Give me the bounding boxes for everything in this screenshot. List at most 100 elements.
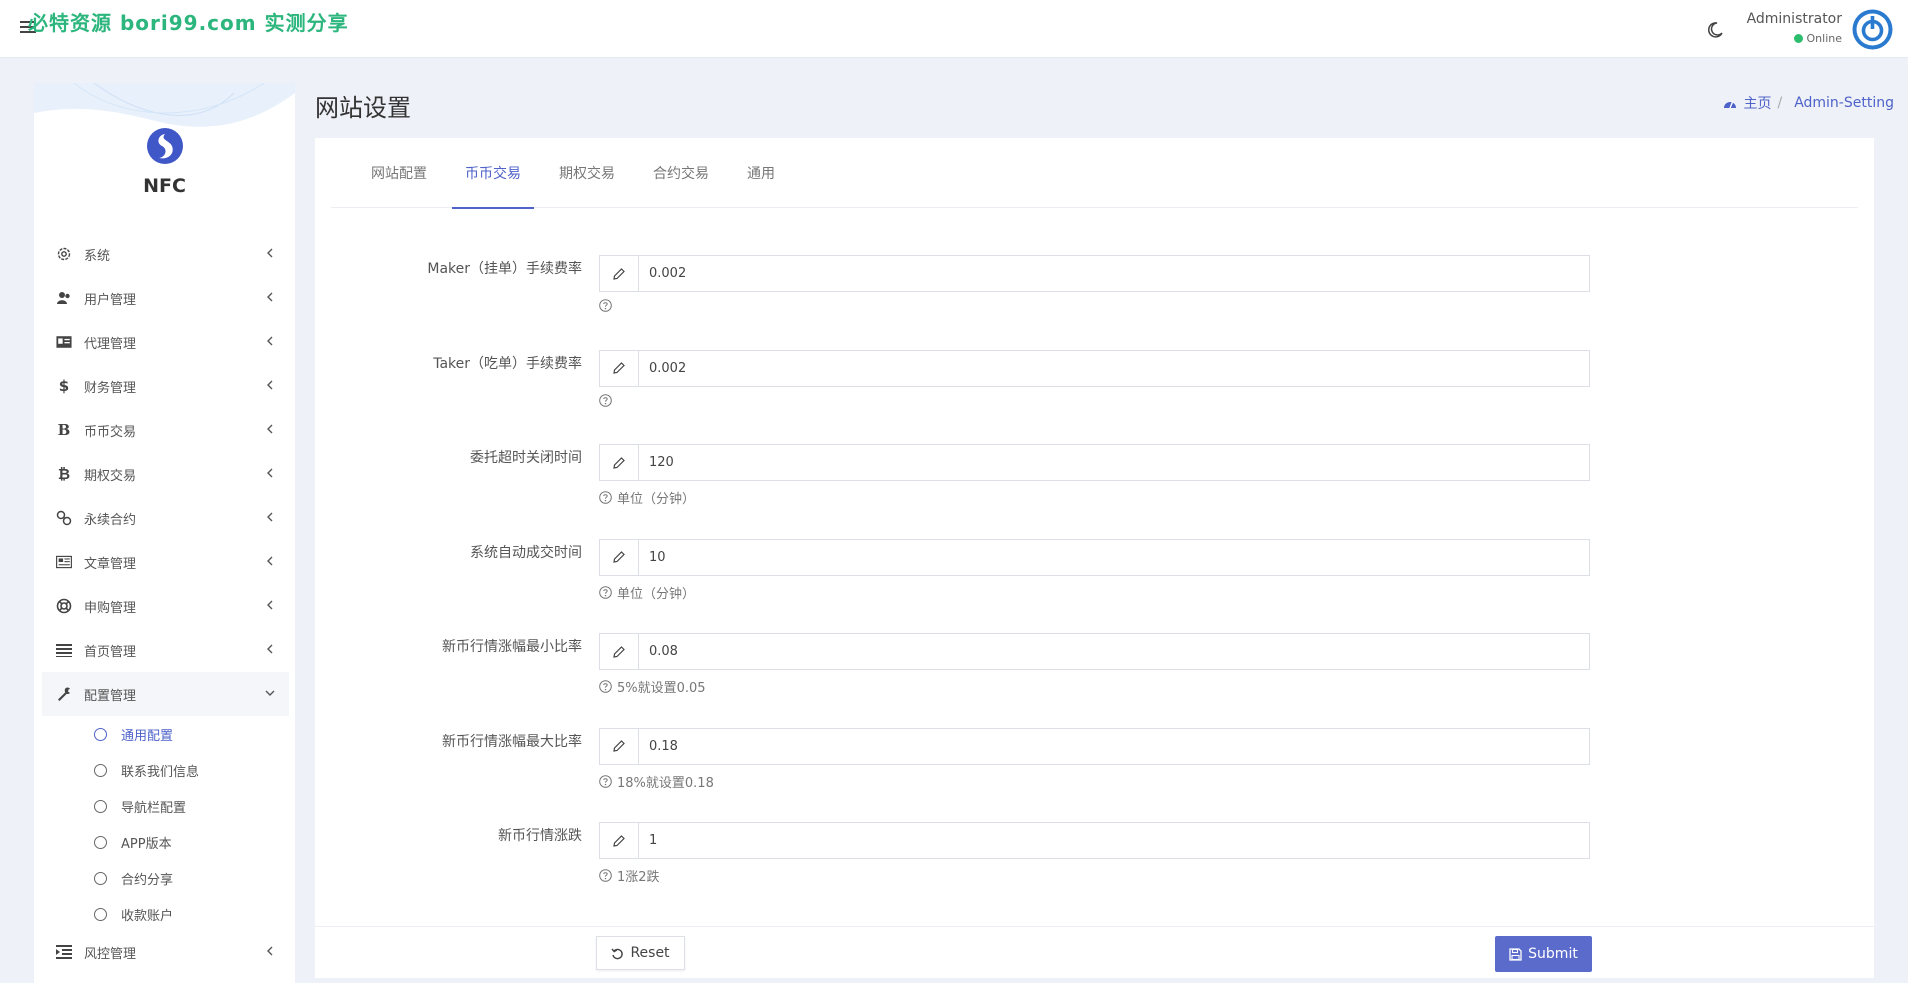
field-label: Maker（挂单）手续费率	[427, 261, 582, 277]
tab-site-config[interactable]: 网站配置	[358, 138, 440, 208]
chevron-left-icon	[267, 424, 273, 434]
submit-button[interactable]: Submit	[1495, 936, 1592, 972]
chevron-left-icon	[267, 336, 273, 346]
sidebar-item-label: 永续合约	[84, 512, 137, 528]
pencil-icon	[600, 445, 639, 480]
list-icon	[56, 642, 72, 658]
breadcrumb: 主页 / Admin-Setting	[1723, 93, 1894, 113]
settings-form: Maker（挂单）手续费率 Taker（吃单）手续费率	[315, 255, 1874, 917]
users-icon	[56, 290, 72, 306]
admin-name[interactable]: Administrator	[1747, 11, 1842, 27]
circle-icon	[94, 727, 107, 741]
tab-general[interactable]: 通用	[734, 138, 788, 208]
form-row: 委托超时关闭时间 单位（分钟）	[315, 444, 1874, 539]
chevron-left-icon	[267, 468, 273, 478]
dashboard-icon	[1724, 101, 1737, 109]
submenu-item-nav-config[interactable]: 导航栏配置	[42, 788, 289, 824]
order-timeout-input[interactable]	[639, 445, 1589, 480]
tab-spot-trading[interactable]: 币币交易	[452, 138, 534, 209]
sidebar-item-label: 申购管理	[84, 600, 137, 616]
breadcrumb-home[interactable]: 主页	[1743, 93, 1771, 113]
question-circle-icon	[599, 491, 612, 504]
sidebar-item-risk-control[interactable]: 风控管理	[42, 932, 289, 972]
trend-direction-input[interactable]	[639, 823, 1589, 858]
order-timeout-field	[599, 444, 1590, 481]
max-rise-rate-input[interactable]	[639, 728, 1589, 764]
chevron-left-icon	[267, 600, 273, 610]
submenu-item-payment-account[interactable]: 收款账户	[42, 896, 289, 932]
page-title: 网站设置	[315, 94, 411, 122]
submenu-item-label: 合约分享	[121, 872, 174, 888]
maker-fee-input[interactable]	[639, 256, 1589, 291]
submenu-item-label: 通用配置	[121, 728, 174, 744]
min-rise-rate-input[interactable]	[639, 634, 1589, 669]
settings-card: 网站配置 币币交易 期权交易 合约交易 通用 Maker（挂单）手续费率 Tak…	[315, 138, 1874, 978]
sidebar-item-label: 期权交易	[84, 468, 137, 484]
sidebar-item-finance[interactable]: $ 财务管理	[42, 364, 289, 408]
sidebar-item-users[interactable]: 用户管理	[42, 276, 289, 320]
submenu-item-general-config[interactable]: 通用配置	[42, 716, 289, 752]
sidebar-item-label: 配置管理	[84, 688, 137, 704]
question-circle-icon	[599, 869, 612, 882]
reset-label: Reset	[630, 945, 670, 961]
sidebar-item-subscription[interactable]: 申购管理	[42, 584, 289, 628]
help-text: 18%就设置0.18	[599, 772, 714, 791]
chevron-left-icon	[267, 644, 273, 654]
save-icon	[1509, 947, 1522, 961]
circle-icon	[94, 799, 107, 813]
sidebar-item-config[interactable]: 配置管理	[42, 672, 289, 716]
help-text	[599, 393, 617, 407]
pencil-icon	[600, 823, 639, 858]
field-label: 委托超时关闭时间	[470, 450, 582, 466]
pencil-icon	[600, 634, 639, 669]
dollar-icon: $	[58, 377, 70, 395]
reset-button[interactable]: Reset	[596, 936, 685, 970]
submenu-item-label: 联系我们信息	[121, 764, 200, 780]
pencil-icon	[600, 256, 639, 291]
sidebar-item-options-trading[interactable]: ₿ 期权交易	[42, 452, 289, 496]
auto-fill-time-input[interactable]	[639, 539, 1589, 575]
indent-icon	[56, 944, 72, 960]
avatar[interactable]	[1852, 9, 1893, 50]
settings-tabs: 网站配置 币币交易 期权交易 合约交易 通用	[331, 138, 1858, 209]
sidebar-item-spot-trading[interactable]: B 币币交易	[42, 408, 289, 452]
sidebar-item-articles[interactable]: 文章管理	[42, 540, 289, 584]
help-text: 1涨2跌	[599, 866, 660, 885]
submenu-item-app-version[interactable]: APP版本	[42, 824, 289, 860]
chevron-left-icon	[267, 556, 273, 566]
question-circle-icon	[599, 299, 612, 312]
tab-options-trading[interactable]: 期权交易	[546, 138, 628, 208]
question-circle-icon	[599, 774, 612, 788]
auto-fill-time-field	[599, 538, 1590, 576]
chevron-left-icon	[267, 248, 273, 258]
taker-fee-field	[599, 349, 1590, 387]
max-rise-rate-field	[599, 727, 1590, 765]
sidebar-item-perpetual[interactable]: 永续合约	[42, 496, 289, 540]
submenu-item-contract-share[interactable]: 合约分享	[42, 860, 289, 896]
field-label: 新币行情涨跌	[498, 828, 582, 844]
sidebar-item-homepage[interactable]: 首页管理	[42, 628, 289, 672]
submenu-item-contact-info[interactable]: 联系我们信息	[42, 752, 289, 788]
breadcrumb-current[interactable]: Admin-Setting	[1794, 95, 1894, 111]
help-label: 5%就设置0.05	[617, 681, 706, 696]
top-header: 必特资源 bori99.com 实测分享 Administrator Onlin…	[0, 0, 1908, 58]
online-status-label: Online	[1806, 32, 1842, 45]
trend-direction-field	[599, 822, 1590, 859]
field-label: 新币行情涨幅最大比率	[442, 733, 582, 750]
taker-fee-input[interactable]	[639, 350, 1589, 386]
sidebar-item-label: 代理管理	[84, 336, 137, 352]
field-label: 系统自动成交时间	[470, 544, 582, 561]
question-circle-icon	[599, 680, 612, 693]
sidebar-decoration	[34, 83, 295, 127]
sidebar-item-agents[interactable]: 代理管理	[42, 320, 289, 364]
brand-name: NFC	[143, 175, 186, 197]
dark-mode-moon-icon[interactable]	[1706, 21, 1724, 39]
submenu-item-label: 导航栏配置	[121, 800, 187, 816]
help-text: 5%就设置0.05	[599, 677, 706, 696]
sidebar-item-system[interactable]: 系统	[42, 232, 289, 276]
help-label: 单位（分钟）	[617, 492, 696, 507]
sidebar-menu: 系统 用户管理 代理管理 $ 财务管理 B 币币交易 ₿ 期权交易 永续合约 文…	[42, 232, 289, 972]
life-ring-icon	[56, 598, 72, 614]
tab-contract-trading[interactable]: 合约交易	[640, 138, 722, 208]
brand-logo-icon	[147, 128, 183, 164]
